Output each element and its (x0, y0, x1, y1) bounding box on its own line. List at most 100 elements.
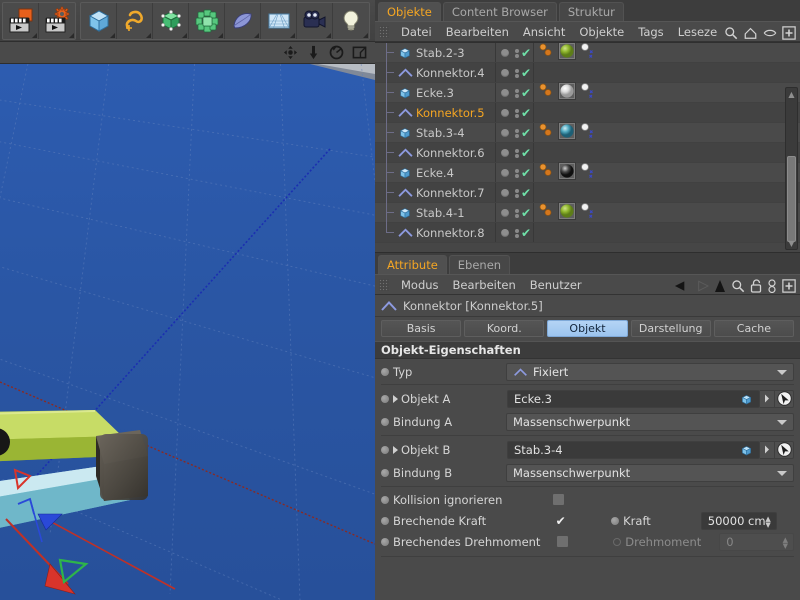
move-camera-icon[interactable] (283, 45, 298, 60)
tab-content-browser[interactable]: Content Browser (442, 2, 557, 21)
objekt-b-link-field[interactable]: Stab.3-4 (507, 440, 760, 459)
pin-icon[interactable] (767, 278, 777, 293)
objekt-a-pick-button[interactable] (775, 389, 794, 408)
object-enabled-check[interactable]: ✔ (521, 106, 531, 120)
scroll-down-arrow[interactable]: ▼ (786, 237, 797, 249)
editor-visibility-dot[interactable] (515, 188, 519, 193)
object-tree-scrollbar[interactable]: ▲ ▼ (785, 87, 798, 250)
animate-dot-brechendes-drehmoment[interactable] (381, 537, 389, 546)
dolly-camera-icon[interactable] (306, 45, 321, 60)
bindung-b-dropdown[interactable]: Massenschwerpunkt (506, 463, 794, 482)
back-arrow-icon[interactable] (674, 280, 689, 292)
uv-tag[interactable] (579, 162, 597, 184)
viewport-3d[interactable] (0, 64, 375, 600)
render-visibility-dot[interactable] (515, 153, 519, 158)
dynamics-tag[interactable] (537, 202, 555, 224)
expander-objekt-b[interactable] (393, 445, 398, 454)
editor-visibility-dot[interactable] (515, 168, 519, 173)
animate-dot-objekt-b[interactable] (381, 445, 389, 454)
dynamics-tag[interactable] (537, 122, 555, 144)
panel-grip[interactable] (379, 278, 389, 291)
search-icon[interactable] (731, 279, 745, 293)
bindung-a-dropdown[interactable]: Massenschwerpunkt (506, 412, 794, 431)
typ-dropdown[interactable]: Fixiert (506, 363, 794, 381)
render-visibility-dot[interactable] (515, 133, 519, 138)
object-tree-row[interactable]: Konnektor.4 ✔ (375, 62, 800, 83)
animate-dot-bindung-a[interactable] (381, 417, 389, 426)
render-view-button[interactable] (3, 2, 39, 39)
object-enabled-check[interactable]: ✔ (521, 226, 531, 240)
menu-benutzer[interactable]: Benutzer (523, 275, 589, 295)
tab-ebenen[interactable]: Ebenen (448, 255, 511, 274)
menu-objekte[interactable]: Objekte (572, 22, 631, 42)
search-icon[interactable] (724, 26, 738, 40)
render-visibility-dot[interactable] (515, 213, 519, 218)
scene-environment-button[interactable] (261, 2, 297, 39)
object-tree-row[interactable]: Konnektor.6 ✔ (375, 142, 800, 163)
material-green-tag[interactable] (558, 43, 576, 64)
animate-dot-kollision[interactable] (381, 495, 389, 504)
editor-visibility-dot[interactable] (515, 108, 519, 113)
visibility-dot[interactable] (501, 129, 509, 137)
menu-bearbeiten[interactable]: Bearbeiten (446, 275, 523, 295)
dynamics-tag[interactable] (537, 82, 555, 104)
animate-dot-kraft[interactable] (611, 516, 620, 525)
animate-dot-objekt-a[interactable] (381, 394, 389, 403)
objekt-b-expand-button[interactable] (760, 440, 775, 459)
visibility-dot[interactable] (501, 49, 509, 57)
menu-modus[interactable]: Modus (394, 275, 446, 295)
editor-visibility-dot[interactable] (515, 148, 519, 153)
object-tree-row[interactable]: Ecke.3 ✔ (375, 82, 800, 104)
animate-dot-brechende-kraft[interactable] (381, 516, 389, 525)
render-visibility-dot[interactable] (515, 113, 519, 118)
brechende-kraft-checkbox[interactable]: ✔ (554, 514, 567, 528)
object-tree-row[interactable]: Stab.2-3 ✔ (375, 43, 800, 63)
menu-leseze[interactable]: Leseze (671, 22, 724, 42)
animate-dot-bindung-b[interactable] (381, 468, 389, 477)
visibility-dot[interactable] (501, 229, 509, 237)
render-visibility-dot[interactable] (515, 193, 519, 198)
visibility-dot[interactable] (501, 209, 509, 217)
uv-tag[interactable] (579, 43, 597, 64)
uv-tag[interactable] (579, 202, 597, 224)
material-black-tag[interactable] (558, 162, 576, 184)
tab-struktur[interactable]: Struktur (558, 2, 624, 21)
object-tree-row[interactable]: Stab.4-1 ✔ (375, 202, 800, 224)
menu-ansicht[interactable]: Ansicht (516, 22, 572, 42)
editor-visibility-dot[interactable] (515, 128, 519, 133)
object-tree[interactable]: Stab.2-3 ✔ Konnektor.4 ✔ Ecke.3 ✔ Konnek… (375, 42, 800, 252)
visibility-dot[interactable] (501, 109, 509, 117)
render-visibility-dot[interactable] (515, 233, 519, 238)
object-enabled-check[interactable]: ✔ (521, 206, 531, 220)
object-tree-row[interactable]: Konnektor.8 ✔ (375, 222, 800, 243)
property-tab-darstellung[interactable]: Darstellung (630, 320, 711, 337)
render-visibility-dot[interactable] (515, 173, 519, 178)
maximize-view-icon[interactable] (352, 45, 367, 60)
kollision-ignorieren-checkbox[interactable] (552, 493, 566, 506)
menu-datei[interactable]: Datei (394, 22, 439, 42)
home-icon[interactable] (743, 26, 758, 40)
visibility-dot[interactable] (501, 89, 509, 97)
panel-grip[interactable] (379, 25, 389, 38)
editor-visibility-dot[interactable] (515, 228, 519, 233)
object-enabled-check[interactable]: ✔ (521, 66, 531, 80)
generator-button[interactable] (153, 2, 189, 39)
add-icon[interactable] (782, 25, 796, 40)
object-enabled-check[interactable]: ✔ (521, 126, 531, 140)
unlock-icon[interactable] (750, 278, 762, 293)
object-tree-row[interactable]: Stab.3-4 ✔ (375, 122, 800, 144)
spline-button[interactable] (117, 2, 153, 39)
expander-objekt-a[interactable] (393, 394, 398, 403)
property-tab-objekt[interactable]: Objekt (547, 320, 628, 337)
property-tab-basis[interactable]: Basis (381, 320, 462, 337)
forward-arrow-icon[interactable] (694, 280, 709, 292)
object-enabled-check[interactable]: ✔ (521, 86, 531, 100)
rotate-camera-icon[interactable] (329, 45, 344, 60)
render-visibility-dot[interactable] (515, 73, 519, 78)
deformer-button[interactable] (189, 2, 225, 39)
nurbs-button[interactable] (225, 2, 261, 39)
kraft-input[interactable]: 50000 cm ▲ ▼ (700, 511, 777, 530)
objekt-a-link-field[interactable]: Ecke.3 (507, 389, 760, 408)
object-tree-row[interactable]: Konnektor.7 ✔ (375, 182, 800, 203)
eye-icon[interactable] (763, 27, 777, 39)
